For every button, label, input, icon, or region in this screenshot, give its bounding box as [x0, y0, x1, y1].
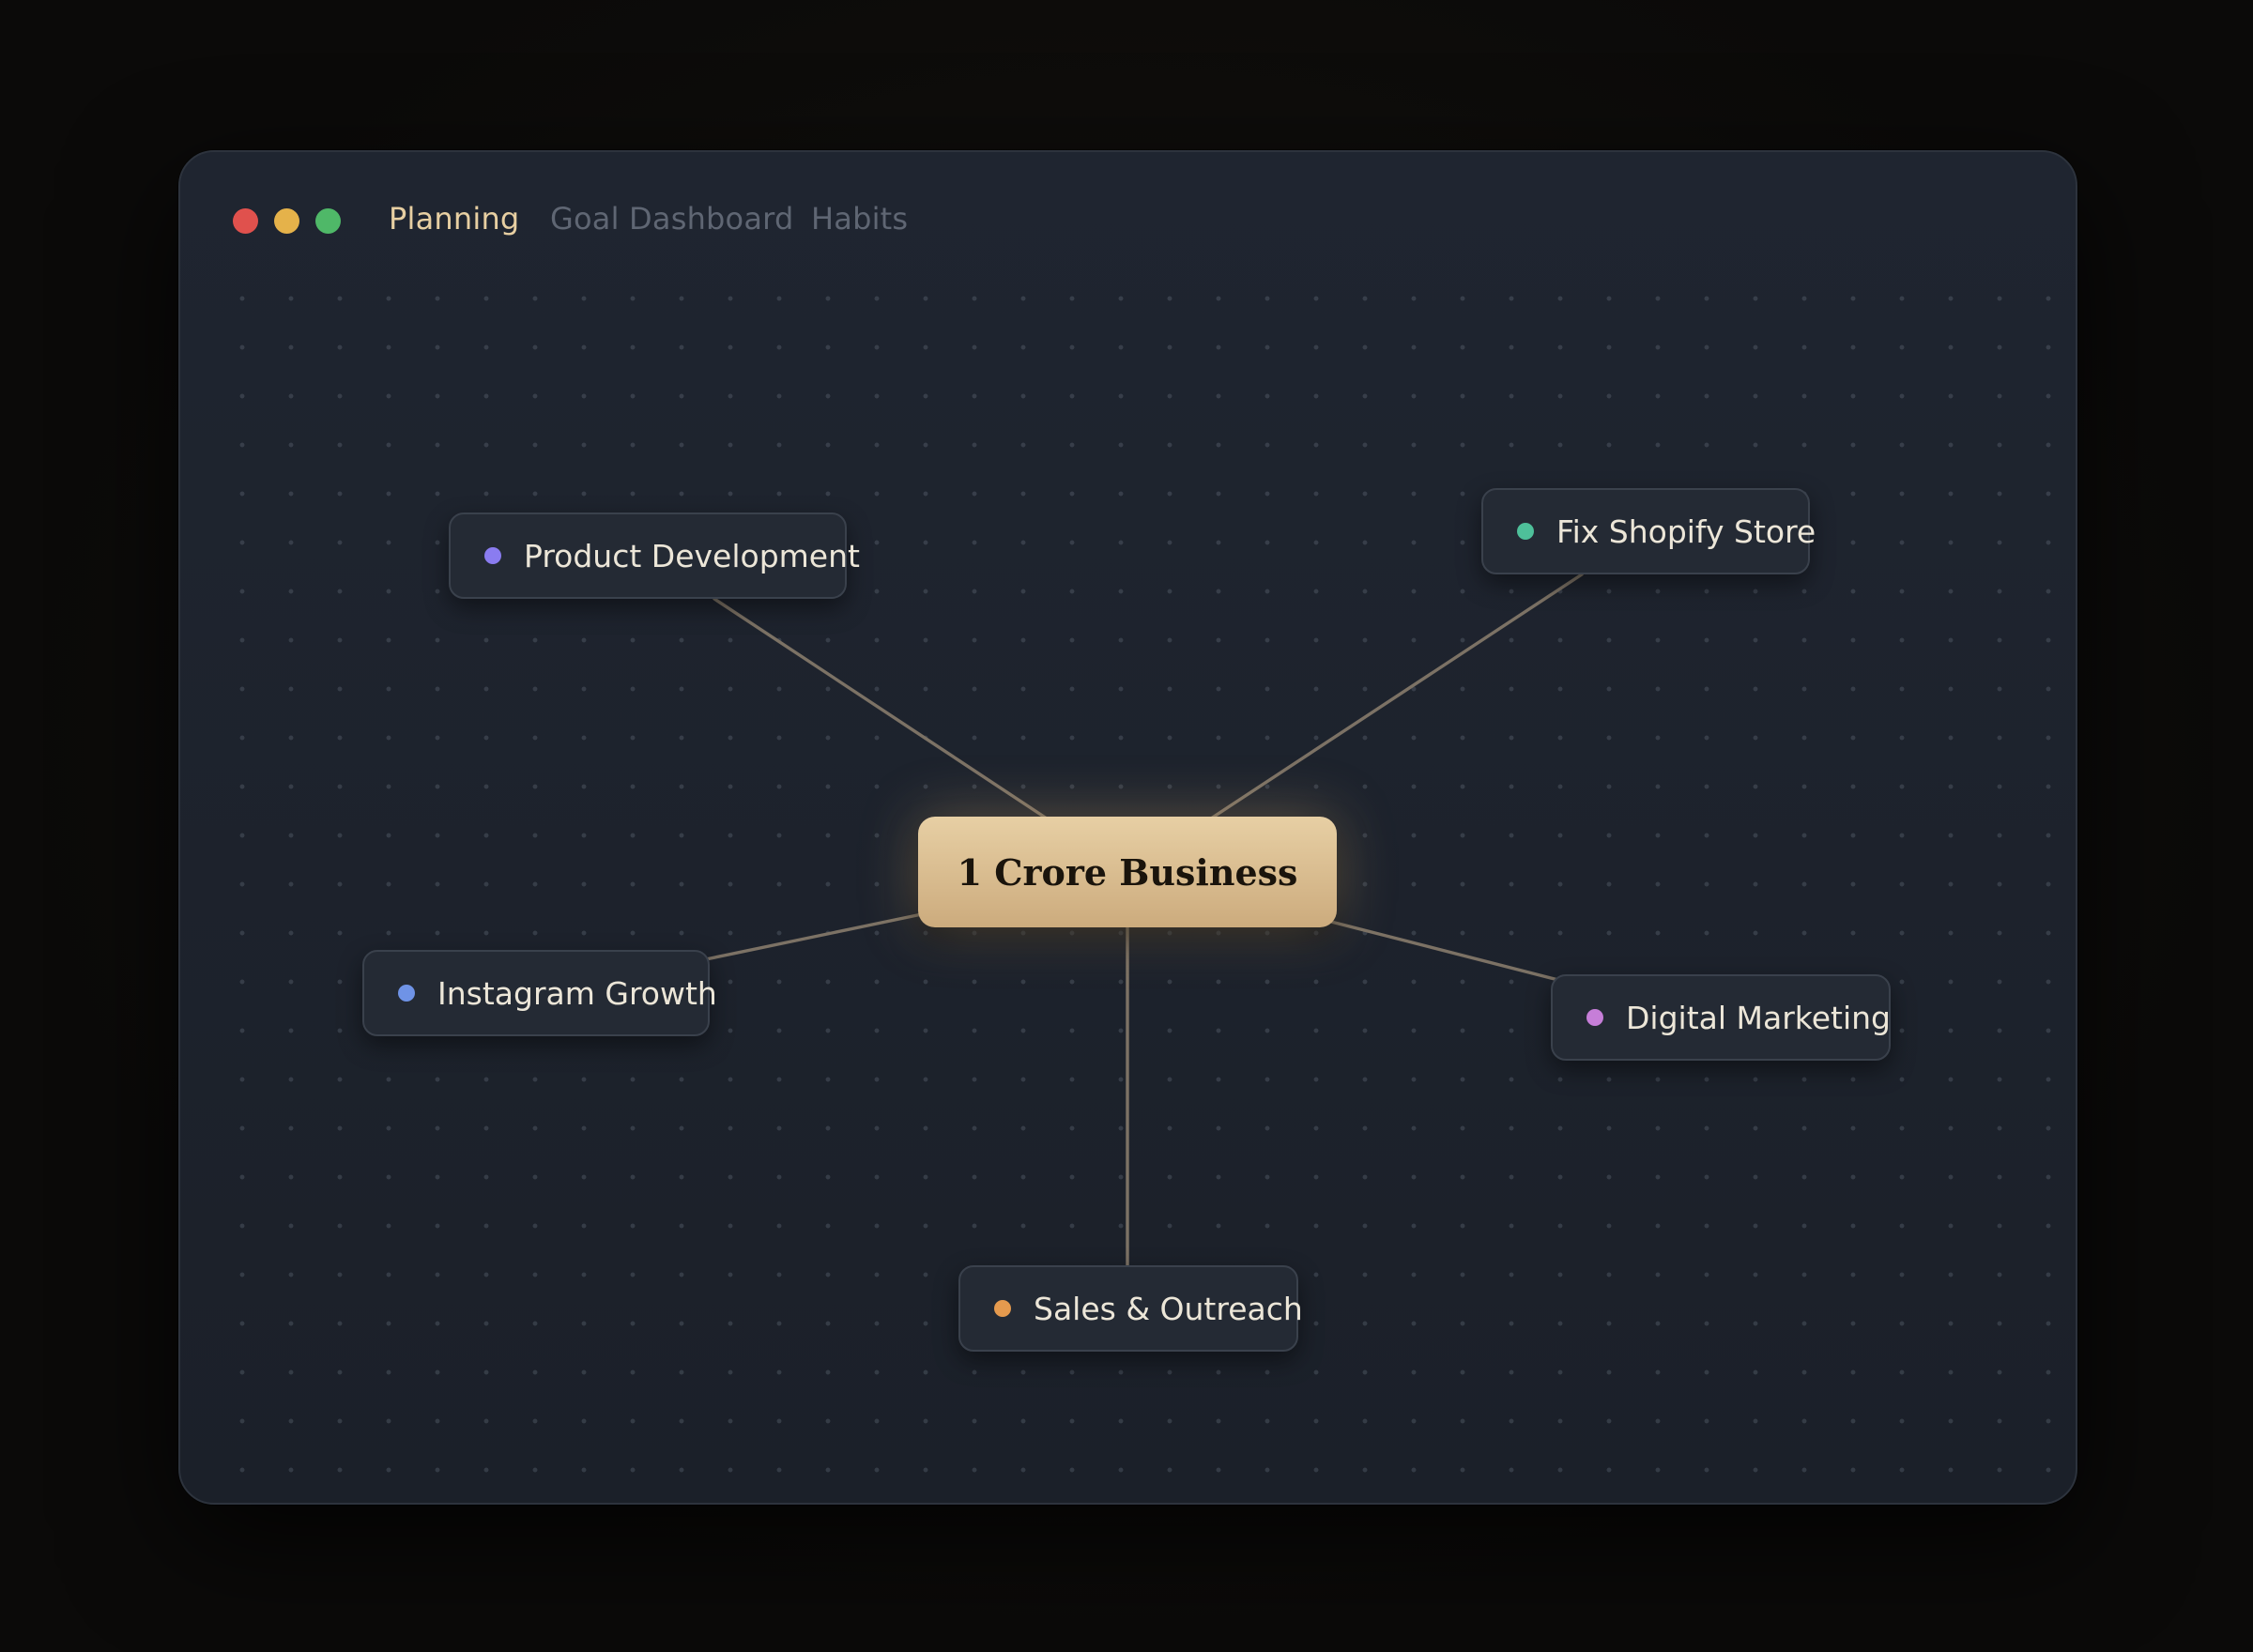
status-dot-icon — [1586, 1009, 1603, 1026]
node-label: Fix Shopify Store — [1556, 512, 1816, 550]
tab-goal-dashboard[interactable]: Goal Dashboard — [550, 201, 793, 237]
node-label: Product Development — [524, 537, 860, 574]
status-dot-icon — [994, 1300, 1011, 1317]
app-window: Planning Goal Dashboard Habits 1 Crore B… — [178, 150, 2077, 1505]
close-window-button[interactable] — [233, 208, 258, 234]
node-label: Sales & Outreach — [1034, 1290, 1303, 1327]
node-label: Digital Marketing — [1626, 999, 1891, 1036]
status-dot-icon — [1517, 523, 1534, 540]
minimize-window-button[interactable] — [274, 208, 299, 234]
mindmap-node-fix-shopify-store[interactable]: Fix Shopify Store — [1481, 488, 1816, 574]
mindmap-node-sales-outreach[interactable]: Sales & Outreach — [958, 1265, 1303, 1352]
screen-background: Planning Goal Dashboard Habits 1 Crore B… — [0, 0, 2253, 1652]
tab-habits[interactable]: Habits — [811, 201, 908, 237]
status-dot-icon — [484, 547, 501, 564]
status-dot-icon — [398, 985, 415, 1002]
mindmap-node-digital-marketing[interactable]: Digital Marketing — [1551, 974, 1891, 1061]
tab-planning[interactable]: Planning — [389, 201, 519, 237]
central-goal-label: 1 Crore Business — [957, 850, 1298, 894]
node-label: Instagram Growth — [437, 974, 717, 1012]
title-bar: Planning Goal Dashboard Habits — [180, 152, 2076, 293]
maximize-window-button[interactable] — [315, 208, 341, 234]
mindmap-node-instagram-growth[interactable]: Instagram Growth — [362, 950, 717, 1036]
mindmap-node-product-development[interactable]: Product Development — [449, 512, 860, 599]
central-goal-node[interactable]: 1 Crore Business — [918, 817, 1337, 927]
